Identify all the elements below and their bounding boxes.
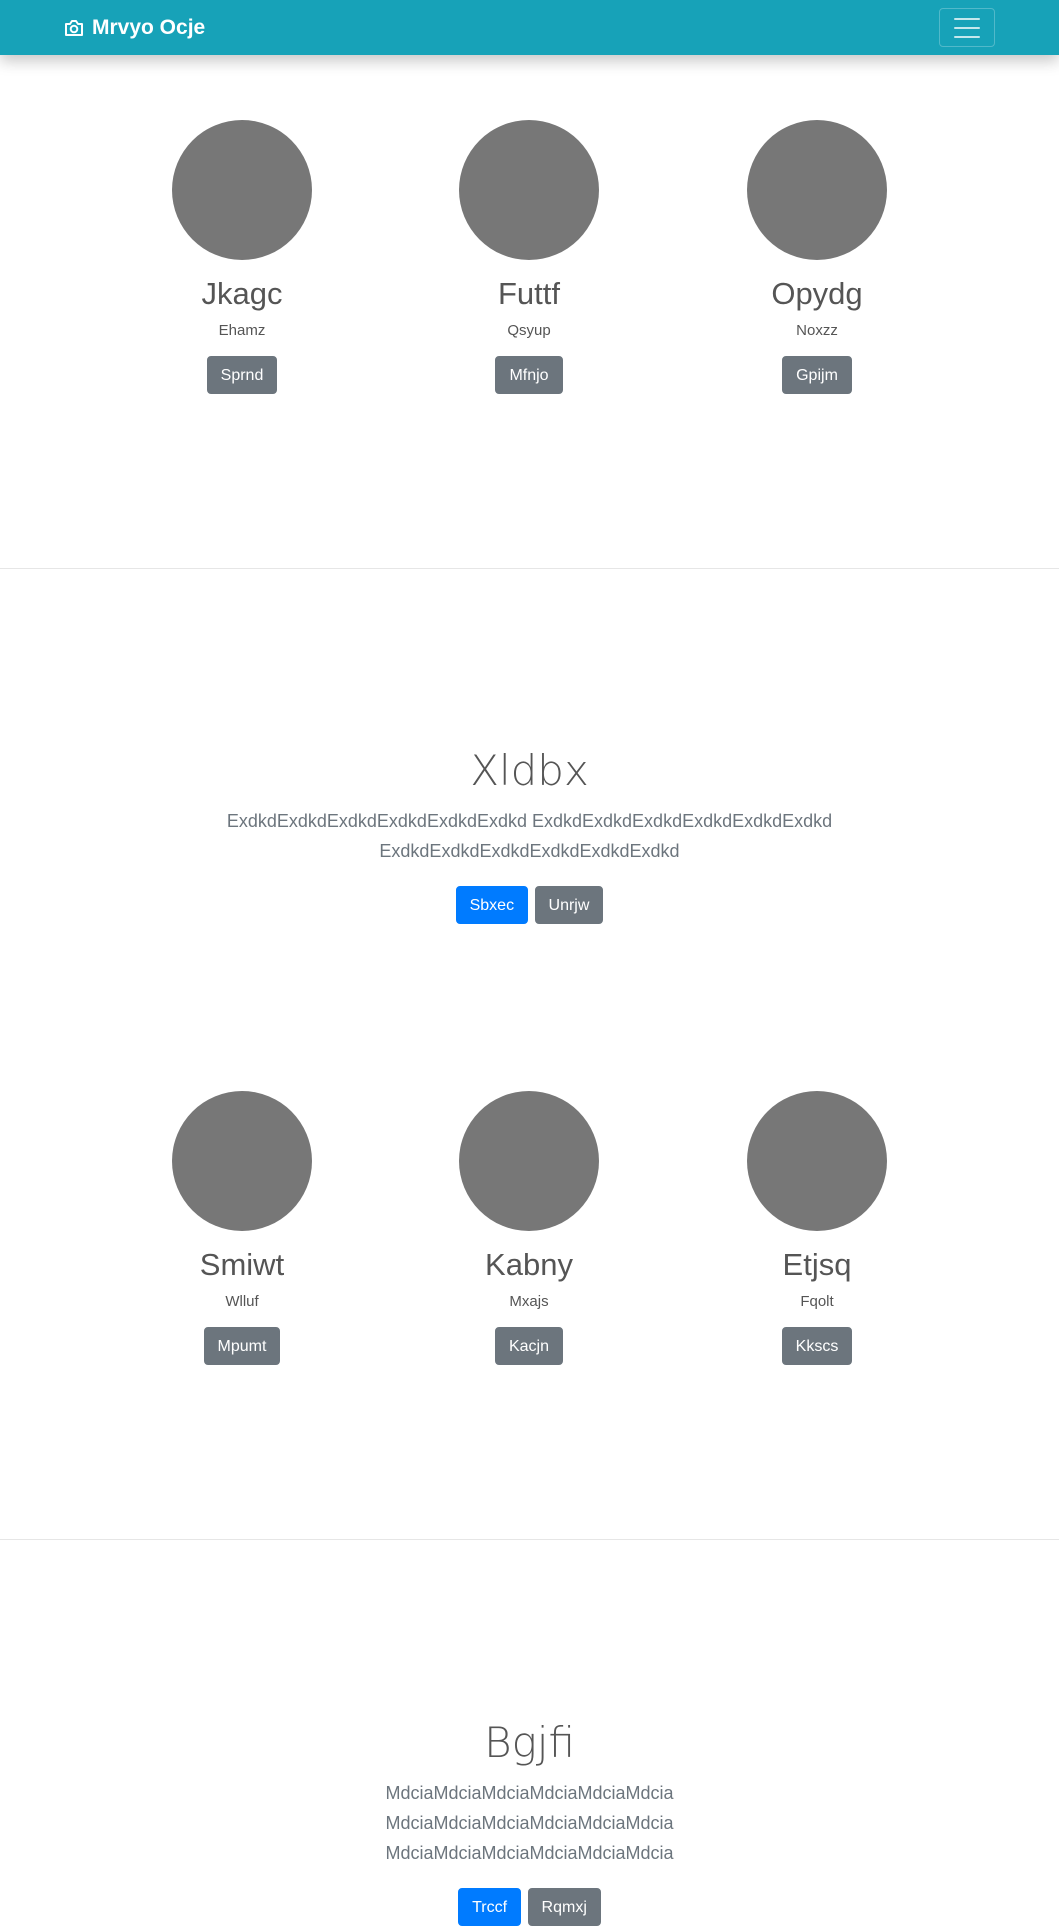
profile-name: Futtf bbox=[497, 276, 560, 311]
profile-name: Kabny bbox=[485, 1247, 573, 1282]
navbar: Mrvyo Ocje bbox=[0, 0, 1059, 55]
profile-card: Smiwt Wlluf Mpumt bbox=[92, 1091, 392, 1365]
profiles-section-2: Smiwt Wlluf Mpumt Kabny Mxajs Kacjn Etjs… bbox=[0, 1091, 1059, 1391]
profile-name: Opydg bbox=[771, 276, 863, 311]
navbar-toggler-button[interactable] bbox=[939, 8, 995, 47]
navbar-brand[interactable]: Mrvyo Ocje bbox=[64, 0, 205, 55]
profile-button[interactable]: Kkscs bbox=[781, 1327, 853, 1365]
hero-buttons: Trccf Rqmxj bbox=[0, 1888, 1059, 1927]
hero-lead-line: MdciaMdciaMdciaMdciaMdciaMdcia bbox=[385, 1813, 674, 1834]
hero-primary-button[interactable]: Trccf bbox=[458, 1888, 522, 1927]
hero-secondary-button[interactable]: Unrjw bbox=[534, 886, 604, 925]
profile-button[interactable]: Mfnjo bbox=[495, 356, 563, 394]
hamburger-icon bbox=[954, 17, 980, 38]
profile-name: Smiwt bbox=[199, 1247, 285, 1282]
hero-lead: MdciaMdciaMdciaMdciaMdciaMdcia MdciaMdci… bbox=[0, 1778, 1059, 1868]
profile-card: Kabny Mxajs Kacjn bbox=[379, 1091, 679, 1365]
profile-subtitle: Wlluf bbox=[225, 1293, 259, 1310]
avatar bbox=[459, 120, 599, 260]
profile-subtitle: Noxzz bbox=[796, 322, 838, 339]
camera-icon bbox=[64, 19, 84, 37]
profiles-section-1: Jkagc Ehamz Sprnd Futtf Qsyup Mfnjo Opyd… bbox=[0, 120, 1059, 420]
hero-lead-line: ExdkdExdkdExdkdExdkdExdkdExdkd ExdkdExdk… bbox=[226, 811, 833, 832]
profile-button[interactable]: Sprnd bbox=[206, 356, 278, 394]
hero-lead-line: MdciaMdciaMdciaMdciaMdciaMdcia bbox=[385, 1843, 674, 1864]
hero-lead-line: MdciaMdciaMdciaMdciaMdciaMdcia bbox=[385, 1783, 674, 1804]
avatar bbox=[747, 120, 887, 260]
hero-lead: ExdkdExdkdExdkdExdkdExdkdExdkd ExdkdExdk… bbox=[0, 806, 1059, 866]
profile-card: Etjsq Fqolt Kkscs bbox=[667, 1091, 967, 1365]
avatar bbox=[459, 1091, 599, 1231]
profile-subtitle: Mxajs bbox=[509, 1293, 549, 1310]
hero-section-1: Xldbx ExdkdExdkdExdkdExdkdExdkdExdkd Exd… bbox=[0, 746, 1059, 925]
profile-card: Jkagc Ehamz Sprnd bbox=[92, 120, 392, 394]
profile-name: Jkagc bbox=[201, 276, 283, 311]
profile-button[interactable]: Mpumt bbox=[203, 1327, 281, 1365]
profile-subtitle: Qsyup bbox=[507, 322, 551, 339]
hero-lead-line: ExdkdExdkdExdkdExdkdExdkdExdkd bbox=[379, 841, 680, 862]
profile-name: Etjsq bbox=[782, 1247, 852, 1282]
section-divider bbox=[0, 1539, 1059, 1540]
hero-primary-button[interactable]: Sbxec bbox=[455, 886, 529, 925]
profile-button[interactable]: Kacjn bbox=[494, 1327, 564, 1365]
hero-section-2: Bgjfi MdciaMdciaMdciaMdciaMdciaMdcia Mdc… bbox=[0, 1718, 1059, 1927]
profile-card: Opydg Noxzz Gpijm bbox=[667, 120, 967, 394]
profile-button[interactable]: Gpijm bbox=[782, 356, 852, 394]
hero-title: Xldbx bbox=[470, 746, 589, 795]
profile-card: Futtf Qsyup Mfnjo bbox=[379, 120, 679, 394]
hero-secondary-button[interactable]: Rqmxj bbox=[527, 1888, 601, 1927]
brand-label: Mrvyo Ocje bbox=[92, 15, 206, 39]
avatar bbox=[172, 1091, 312, 1231]
profile-subtitle: Fqolt bbox=[800, 1293, 834, 1310]
avatar bbox=[172, 120, 312, 260]
hero-title: Bgjfi bbox=[484, 1718, 575, 1767]
hero-buttons: Sbxec Unrjw bbox=[0, 886, 1059, 925]
profile-subtitle: Ehamz bbox=[218, 322, 266, 339]
avatar bbox=[747, 1091, 887, 1231]
section-divider bbox=[0, 568, 1059, 569]
